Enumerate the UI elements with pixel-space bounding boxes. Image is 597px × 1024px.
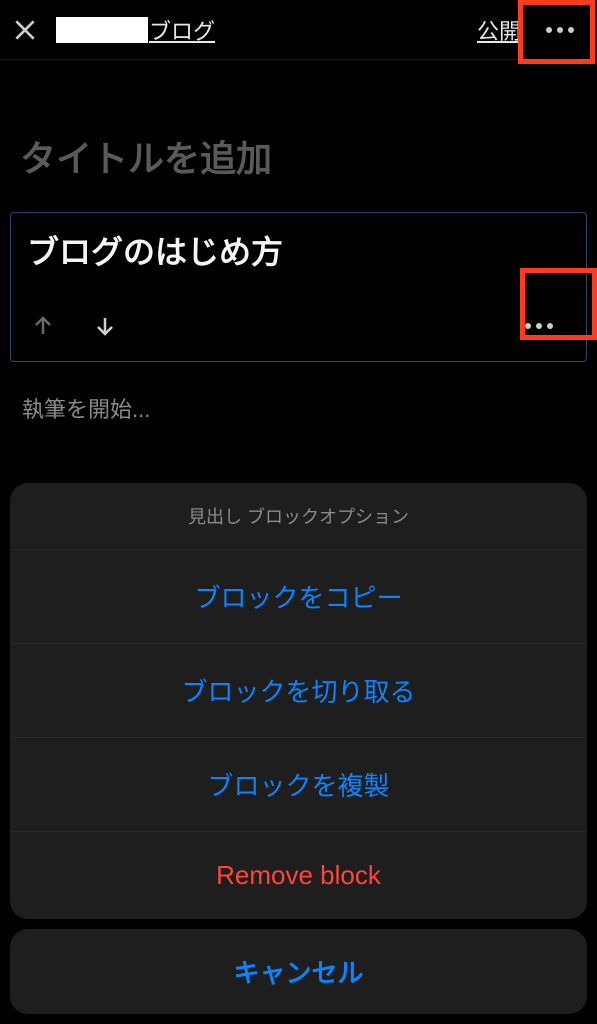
action-sheet: 見出し ブロックオプション ブロックをコピー ブロックを切り取る ブロックを複製… bbox=[0, 483, 597, 1024]
block-toolbar bbox=[27, 301, 570, 351]
copy-block-option[interactable]: ブロックをコピー bbox=[10, 550, 587, 644]
publish-button[interactable]: 公開 bbox=[477, 14, 521, 46]
action-sheet-panel: 見出し ブロックオプション ブロックをコピー ブロックを切り取る ブロックを複製… bbox=[10, 483, 587, 919]
arrow-down-icon bbox=[93, 314, 117, 338]
cut-block-option[interactable]: ブロックを切り取る bbox=[10, 644, 587, 738]
header-left-group: ブログ bbox=[12, 14, 215, 46]
heading-text[interactable]: ブログのはじめ方 bbox=[27, 227, 570, 273]
move-up-button[interactable] bbox=[27, 310, 59, 342]
editor-header: ブログ 公開 bbox=[0, 0, 597, 60]
editor-area: タイトルを追加 ブログのはじめ方 bbox=[0, 60, 597, 424]
redacted-text bbox=[56, 17, 148, 43]
action-sheet-title: 見出し ブロックオプション bbox=[10, 483, 587, 550]
cancel-button[interactable]: キャンセル bbox=[10, 929, 587, 1014]
post-title-input[interactable]: タイトルを追加 bbox=[10, 60, 587, 212]
duplicate-block-option[interactable]: ブロックを複製 bbox=[10, 738, 587, 832]
annotation-highlight-more-header bbox=[518, 0, 595, 64]
close-icon bbox=[12, 17, 38, 43]
remove-block-option[interactable]: Remove block bbox=[10, 832, 587, 919]
paragraph-placeholder[interactable]: 執筆を開始... bbox=[10, 392, 587, 424]
annotation-highlight-more-block bbox=[520, 268, 597, 340]
move-down-button[interactable] bbox=[89, 310, 121, 342]
close-button[interactable] bbox=[12, 17, 38, 43]
selected-heading-block[interactable]: ブログのはじめ方 bbox=[10, 212, 587, 362]
block-move-controls bbox=[27, 310, 121, 342]
breadcrumb-text: ブログ bbox=[149, 14, 215, 46]
breadcrumb-link[interactable]: ブログ bbox=[56, 14, 215, 46]
arrow-up-icon bbox=[31, 314, 55, 338]
